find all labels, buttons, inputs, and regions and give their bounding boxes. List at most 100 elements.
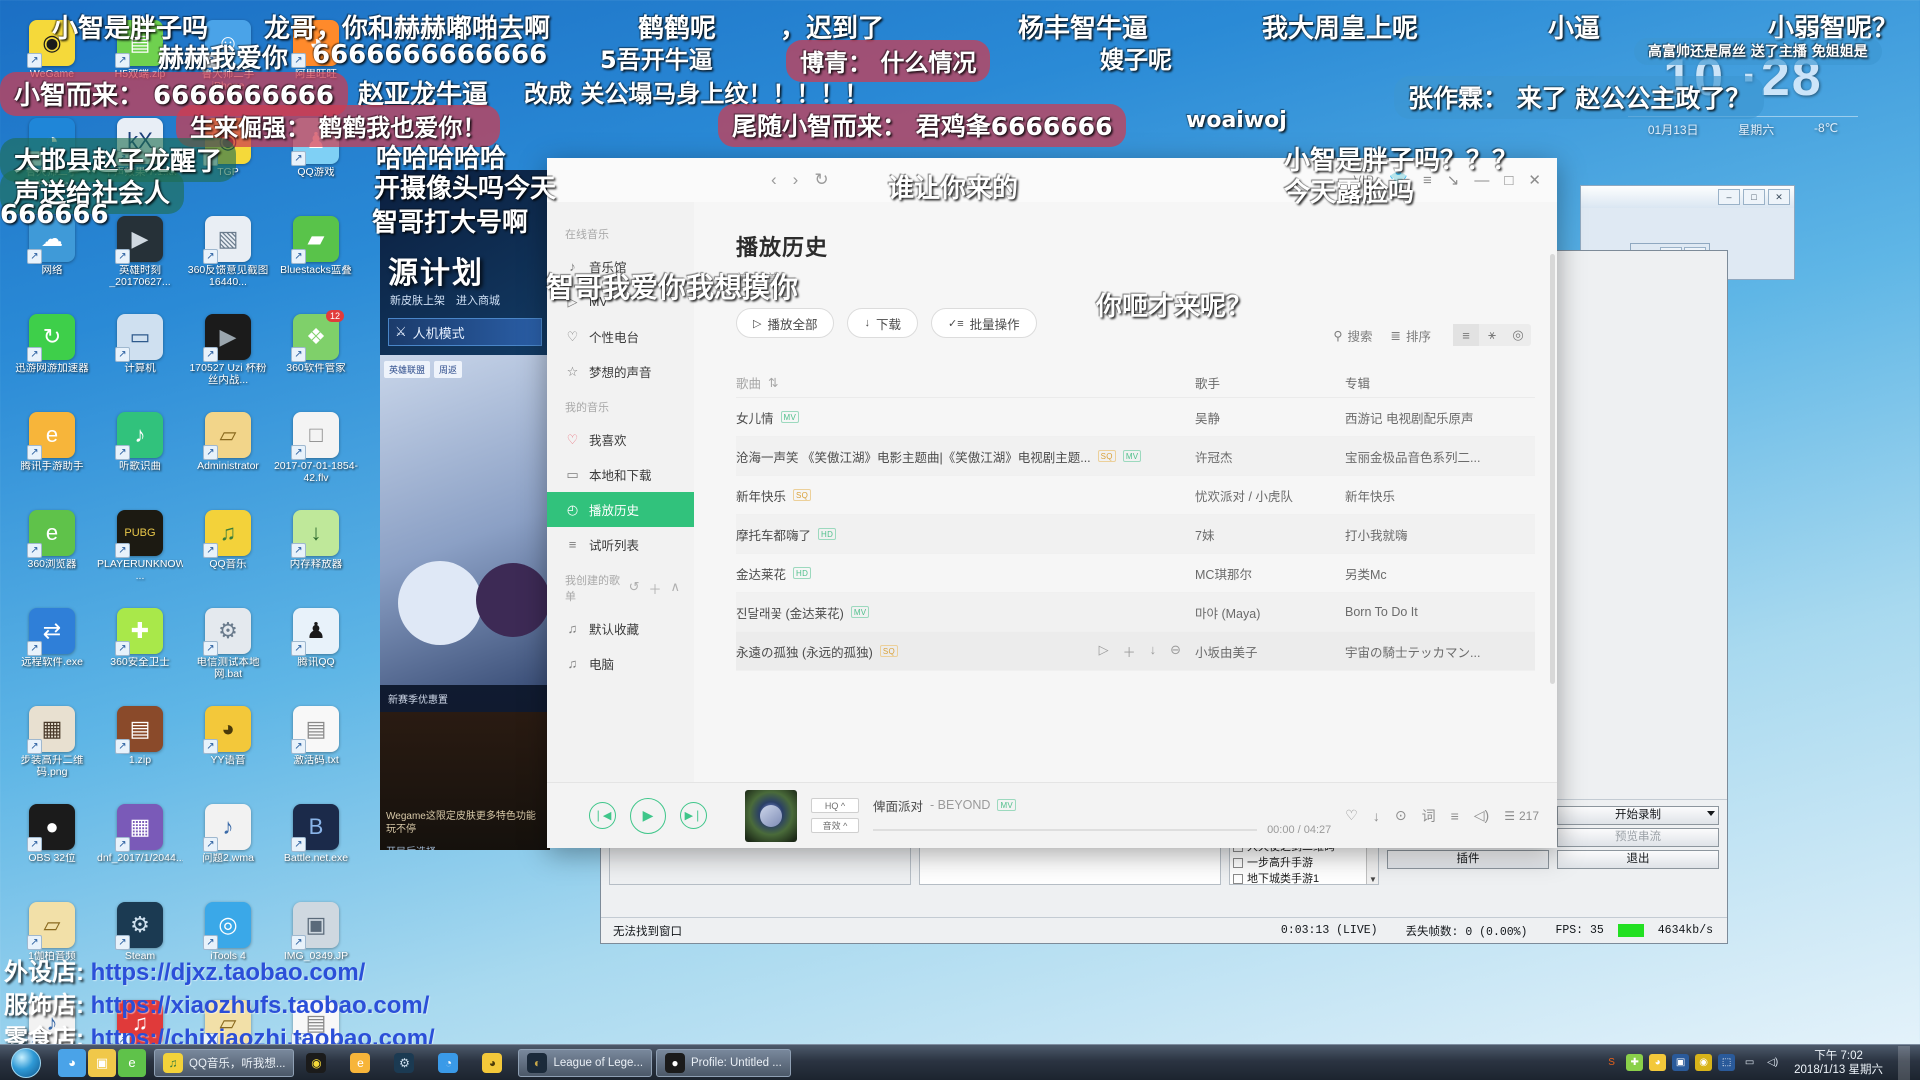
next-button[interactable]: ▶❘ <box>680 802 707 829</box>
song-title[interactable]: 永遠の孤独 (永远的孤独) <box>736 642 873 661</box>
desktop-icon[interactable]: □ ↗ 2017-07-01-1854-42.flv <box>272 410 360 502</box>
song-title[interactable]: 金达莱花 <box>736 564 786 583</box>
tray-wegame[interactable]: ◉ <box>1695 1054 1713 1071</box>
main-scrollbar[interactable] <box>1550 254 1555 684</box>
checkbox[interactable] <box>1233 858 1243 868</box>
cell-album[interactable]: 打小我就嗨 <box>1345 525 1535 544</box>
taskbar-yy[interactable]: ◕ <box>474 1049 514 1077</box>
cell-artist[interactable]: 吴静 <box>1195 408 1345 427</box>
song-title[interactable]: 진달래꽃 (金达莱花) <box>736 603 844 622</box>
song-title[interactable]: 沧海一声笑 《笑傲江湖》电影主题曲|《笑傲江湖》电视剧主题... <box>736 447 1091 466</box>
sq-tag[interactable]: SQ <box>793 489 812 501</box>
remove-icon[interactable]: ⊖ <box>1170 642 1181 661</box>
tray-app[interactable]: ▣ <box>1672 1054 1690 1071</box>
sidebar-item-default-collection[interactable]: ♫ 默认收藏 <box>547 611 694 646</box>
song-title[interactable]: 摩托车都嗨了 <box>736 525 811 544</box>
cell-artist[interactable]: 忧欢派对 / 小虎队 <box>1195 486 1345 505</box>
download-icon[interactable]: ↓ <box>1150 642 1157 661</box>
lyrics-icon[interactable]: 词 <box>1422 806 1436 826</box>
desktop-icon[interactable]: ▱ ↗ Administrator <box>184 410 272 502</box>
column-header-song[interactable]: 歌曲 ⇅ <box>736 373 1195 392</box>
exit-button[interactable]: 退出 <box>1557 850 1719 869</box>
taskbar-wegame[interactable]: ◉ <box>298 1049 338 1077</box>
back-icon[interactable]: ‹ <box>771 170 777 190</box>
now-playing-title[interactable]: 俾面派对 <box>873 796 923 815</box>
list-view-toggle[interactable]: ≡ <box>1453 324 1479 346</box>
desktop-icon[interactable]: ▤ ↗ 激活码.txt <box>272 704 360 796</box>
table-row[interactable]: 진달래꽃 (金达莱花) MV 마야 (Maya) Born To Do It <box>736 593 1535 632</box>
tray-network[interactable]: ▭ <box>1741 1054 1758 1071</box>
desktop-icon[interactable]: ❖ ↗ 12 360软件管家 <box>272 310 360 404</box>
download-button[interactable]: ↓ 下载 <box>847 308 918 338</box>
search-button[interactable]: ⚲ 搜索 <box>1333 326 1372 345</box>
cell-artist[interactable]: MC琪那尔 <box>1195 564 1345 583</box>
desktop-icon[interactable]: e ↗ 腾讯手游助手 <box>8 410 96 502</box>
maximize-icon[interactable]: □ <box>1743 189 1765 205</box>
tray-360-safe[interactable]: ✚ <box>1626 1054 1644 1071</box>
desktop-icon[interactable]: ▶ ↗ 英雄时刻_20170627... <box>96 214 184 306</box>
start-button[interactable] <box>0 1046 52 1080</box>
shop-url-value[interactable]: https://xiaozhufs.taobao.com/ <box>91 992 430 1019</box>
quicklaunch-explorer[interactable]: ▣ <box>88 1048 116 1077</box>
now-playing-artist[interactable]: - BEYOND <box>930 798 990 812</box>
qq-music-window[interactable]: ‹ › ↻ VIP 👕 ≡ ↘ — □ ✕ 在线音乐 ♪ 音乐馆 ▷ MV ♡ 个性电台 ☆ 梦… <box>547 158 1557 848</box>
sound-effect-selector[interactable]: 音效 ^ <box>811 818 859 833</box>
desktop-icon[interactable]: ♪ ↗ 问题2.wma <box>184 802 272 894</box>
desktop-icon[interactable]: ▧ ↗ 360反馈意见截图16440... <box>184 214 272 306</box>
tray-nvidia[interactable]: ⬚ <box>1718 1054 1736 1071</box>
refresh-icon[interactable]: ↻ <box>814 170 828 190</box>
table-row[interactable]: 永遠の孤独 (永远的孤独) SQ ▷ ＋ ↓ ⊖ 小坂由美子 宇宙の騎士テッカマン... <box>736 632 1535 671</box>
table-row[interactable]: 新年快乐 SQ 忧欢派对 / 小虎队 新年快乐 <box>736 476 1535 515</box>
quicklaunch-360browser[interactable]: e <box>118 1048 146 1077</box>
close-icon[interactable]: ✕ <box>1768 189 1790 205</box>
minimize-icon[interactable]: – <box>1718 189 1740 205</box>
play-icon[interactable]: ▷ <box>1099 642 1109 661</box>
shop-url-value[interactable]: https://djxz.taobao.com/ <box>91 959 366 986</box>
cell-album[interactable]: 另类Mc <box>1345 564 1535 583</box>
play-button[interactable]: ▶ <box>630 797 666 834</box>
desktop-icon[interactable]: ◕ ↗ YY语音 <box>184 704 272 796</box>
plugins-button[interactable]: 插件 <box>1387 850 1549 869</box>
album-view-toggle[interactable]: ◎ <box>1505 324 1531 346</box>
desktop-icon[interactable]: ♪ ↗ 听歌识曲 <box>96 410 184 502</box>
song-title[interactable]: 女儿情 <box>736 408 774 427</box>
play-all-button[interactable]: ▷ 播放全部 <box>736 308 835 338</box>
refresh-icon[interactable]: ↺ <box>629 579 640 598</box>
mv-tag[interactable]: MV <box>780 411 800 423</box>
game-launcher-panel[interactable]: 源计划 新皮肤上架 进入商城 ⚔ 人机模式 英雄联盟 周返 新赛季优惠置 Weg… <box>380 170 550 850</box>
desktop-icon[interactable]: ▤ ↗ 1.zip <box>96 704 184 796</box>
desktop-icon[interactable]: B ↗ Battle.net.exe <box>272 802 360 894</box>
sq-tag[interactable]: SQ <box>879 645 898 657</box>
table-row[interactable]: 女儿情 MV 吴静 西游记 电视剧配乐原声 <box>736 398 1535 437</box>
desktop-icon[interactable]: PUBG↗PLAYERUNKNOWN'S ... <box>96 508 184 600</box>
desktop-icon[interactable]: ♫ ↗ QQ音乐 <box>184 508 272 600</box>
taskbar-tencent-gamehelper[interactable]: e <box>342 1049 382 1077</box>
volume-icon[interactable]: ◁) <box>1474 807 1489 824</box>
album-cover[interactable] <box>745 789 797 842</box>
desktop-icon[interactable]: ▭ ↗ 计算机 <box>96 312 184 404</box>
checkbox[interactable] <box>1233 874 1243 884</box>
desktop-icon[interactable]: ⚙ ↗ 电信测试本地网.bat <box>184 606 272 698</box>
show-desktop-button[interactable] <box>1898 1045 1910 1080</box>
batch-operations-button[interactable]: ✓≡ 批量操作 <box>931 308 1037 338</box>
cell-artist[interactable]: 小坂由美子 <box>1195 642 1345 661</box>
song-title[interactable]: 新年快乐 <box>736 486 786 505</box>
desktop-icon[interactable]: ● ↗ OBS 32位 <box>8 802 96 894</box>
start-recording-button[interactable]: 开始录制 <box>1557 806 1719 825</box>
taskbar-qqmusic[interactable]: ♫ QQ音乐，听我想... <box>154 1048 295 1077</box>
desktop-icon[interactable]: ▦ ↗ 步装高升二维码.png <box>8 704 96 796</box>
close-icon[interactable]: ✕ <box>1528 171 1541 189</box>
sidebar-item-dream-voice[interactable]: ☆ 梦想的声音 <box>547 354 694 389</box>
chevron-up-icon[interactable]: ∧ <box>670 579 680 598</box>
cell-artist[interactable]: 许冠杰 <box>1195 447 1345 466</box>
hd-tag[interactable]: HD <box>793 567 812 579</box>
taskbar-browser[interactable]: ◔ <box>430 1049 470 1077</box>
sidebar-item-local-downloads[interactable]: ▭ 本地和下载 <box>547 457 694 492</box>
add-icon[interactable]: ＋ <box>1123 642 1136 661</box>
quality-selector[interactable]: HQ ^ <box>811 798 859 813</box>
add-icon[interactable]: ＋ <box>648 579 661 598</box>
download-icon[interactable]: ↓ <box>1373 808 1380 824</box>
desktop-icon[interactable]: ⇄ ↗ 远程软件.exe <box>8 606 96 698</box>
tray-yy[interactable]: ◕ <box>1649 1054 1667 1071</box>
taskbar[interactable]: ◕ ▣ e ♫ QQ音乐，听我想... ◉ e ⚙ ◔ ◕ ◐ League of Lege... ●… <box>0 1044 1920 1080</box>
